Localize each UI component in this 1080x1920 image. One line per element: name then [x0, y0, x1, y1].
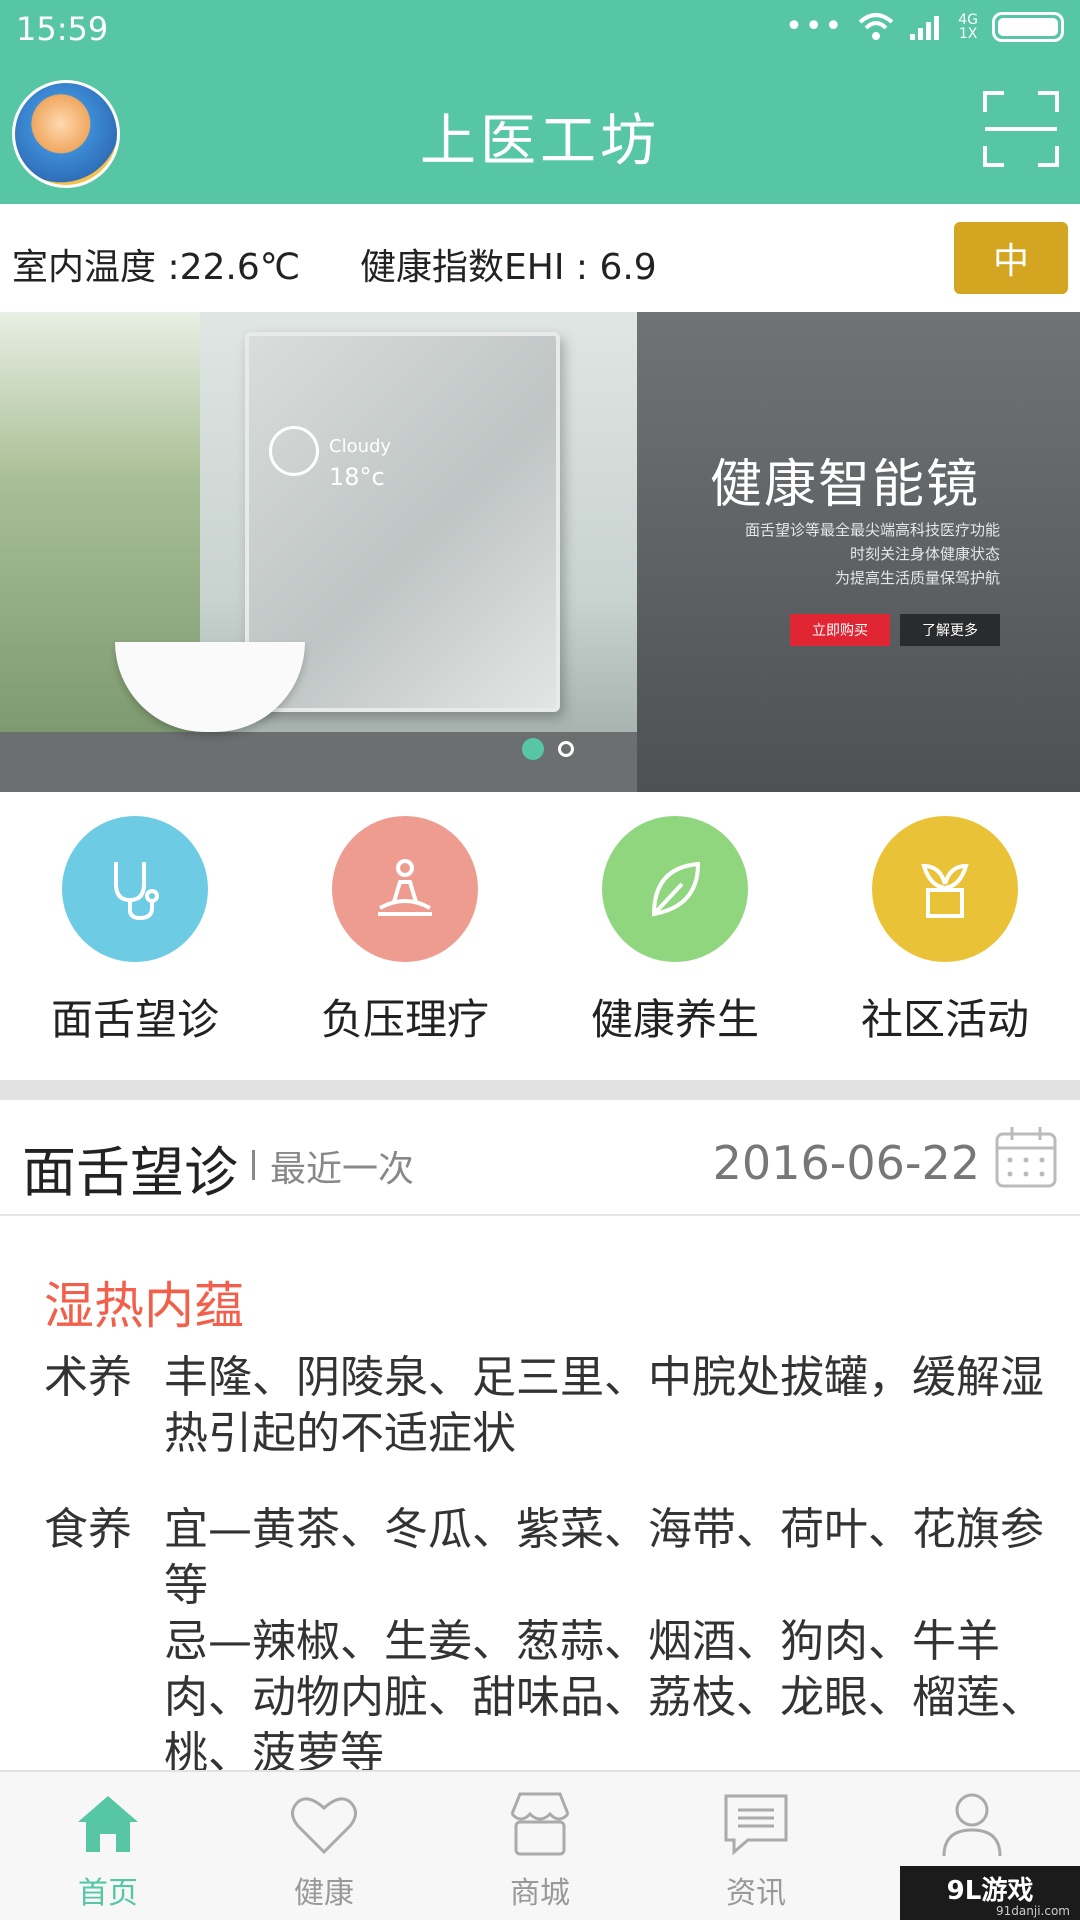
user-icon	[942, 1793, 1002, 1857]
tab-home[interactable]: 首页	[0, 1772, 216, 1920]
tab-label: 首页	[78, 1876, 138, 1911]
status-bar: 15:59 ••• 4G 1X	[0, 0, 1080, 60]
diet-avoid: 忌—辣椒、生姜、葱蒜、烟酒、狗肉、牛羊肉、动物内脏、甜味品、荔枝、龙眼、榴莲、桃…	[164, 1616, 1044, 1770]
environment-info-bar: 室内温度 :22.6℃ 健康指数EHI : 6.9 中	[0, 204, 1080, 312]
buy-now-button[interactable]: 立即购买	[790, 614, 890, 646]
feature-label: 社区活动	[860, 995, 1029, 1044]
meditation-icon	[378, 859, 432, 916]
tab-label: 资讯	[726, 1876, 786, 1911]
battery-icon	[992, 12, 1064, 42]
banner-photo: Cloudy 18°c	[0, 312, 637, 792]
weather-sun-icon	[269, 426, 319, 476]
app-bar: 上医工坊	[0, 60, 1080, 204]
promo-banner[interactable]: Cloudy 18°c 健康智能镜 面舌望诊等最全最尖端高科技医疗功能 时刻关注…	[0, 312, 1080, 792]
more-dots-icon: •••	[785, 9, 845, 44]
diagnosis-result: 湿热内蕴 术养 丰隆、阴陵泉、足三里、中脘处拔罐，缓解湿热引起的不适症状 食养 …	[0, 1218, 1080, 1770]
wifi-icon	[858, 13, 894, 40]
feature-grid: 面舌望诊 负压理疗 健康养生 社区活动	[0, 792, 1080, 1080]
banner-weather: Cloudy 18°c	[329, 436, 391, 491]
feature-circle	[872, 816, 1018, 962]
feature-label: 健康养生	[590, 995, 759, 1044]
title-separator	[252, 1150, 255, 1180]
health-level-badge[interactable]: 中	[954, 222, 1068, 294]
diagnosis-section-header[interactable]: 面舌望诊 最近一次 2016-06-22	[0, 1100, 1080, 1216]
feature-circle	[332, 816, 478, 962]
plant-pot-icon	[921, 863, 969, 918]
shop-icon	[510, 1792, 570, 1856]
feature-health-wellness[interactable]: 健康养生	[540, 792, 810, 1080]
tab-label: 商城	[510, 1876, 570, 1911]
carousel-dot-active[interactable]	[522, 738, 544, 760]
carousel-dot[interactable]	[558, 741, 574, 757]
scan-button[interactable]	[982, 90, 1060, 168]
learn-more-button[interactable]: 了解更多	[900, 614, 1000, 646]
weather-temp: 18°c	[329, 463, 385, 491]
feature-community-activity[interactable]: 社区活动	[810, 792, 1080, 1080]
therapy-text: 丰隆、阴陵泉、足三里、中脘处拔罐，缓解湿热引起的不适症状	[164, 1352, 1044, 1459]
banner-sub-line: 为提高生活质量保驾护航	[834, 569, 1000, 587]
feature-circle	[602, 816, 748, 962]
tab-health[interactable]: 健康	[216, 1772, 432, 1920]
network-bottom: 1X	[958, 26, 978, 42]
health-index: 健康指数EHI : 6.9	[360, 247, 657, 288]
status-icons: ••• 4G 1X	[785, 12, 1064, 42]
banner-subtext: 面舌望诊等最全最尖端高科技医疗功能 时刻关注身体健康状态 为提高生活质量保驾护航	[745, 518, 1000, 590]
watermark-url: 91danji.com	[996, 1904, 1070, 1918]
watermark-brand: 9L游戏	[946, 1876, 1034, 1906]
diagnosis-result-title: 湿热内蕴	[44, 1277, 244, 1335]
page-title: 上医工坊	[420, 109, 660, 174]
diet-label: 食养	[44, 1504, 132, 1555]
status-time: 15:59	[16, 10, 109, 48]
network-top: 4G	[958, 12, 978, 28]
stethoscope-icon	[114, 862, 159, 921]
banner-sub-line: 面舌望诊等最全最尖端高科技医疗功能	[744, 521, 1000, 539]
diagnosis-date: 2016-06-22	[712, 1136, 980, 1190]
watermark-logo: 9L游戏 91danji.com	[900, 1866, 1080, 1920]
section-divider	[0, 1080, 1080, 1100]
banner-sub-line: 时刻关注身体健康状态	[849, 545, 1000, 563]
diet-text: 宜—黄茶、冬瓜、紫菜、海带、荷叶、花旗参等 忌—辣椒、生姜、葱蒜、烟酒、狗肉、牛…	[164, 1502, 1044, 1770]
tab-news[interactable]: 资讯	[648, 1772, 864, 1920]
feature-circle	[62, 816, 208, 962]
section-subtitle: 最近一次	[270, 1149, 415, 1190]
feature-label: 负压理疗	[320, 995, 489, 1044]
calendar-icon[interactable]	[994, 1124, 1058, 1190]
network-type: 4G 1X	[958, 13, 978, 41]
signal-icon	[910, 16, 940, 40]
feature-label: 面舌望诊	[50, 995, 219, 1044]
carousel-indicator	[0, 738, 1080, 760]
diet-recommended: 宜—黄茶、冬瓜、紫菜、海带、荷叶、花旗参等	[164, 1504, 1044, 1611]
leaf-icon	[651, 861, 701, 917]
feature-negative-pressure-therapy[interactable]: 负压理疗	[270, 792, 540, 1080]
therapy-label: 术养	[44, 1352, 132, 1403]
feature-face-tongue-diagnosis[interactable]: 面舌望诊	[0, 792, 270, 1080]
indoor-temperature: 室内温度 :22.6℃	[12, 247, 301, 288]
banner-headline: 健康智能镜	[710, 455, 981, 515]
tab-shop[interactable]: 商城	[432, 1772, 648, 1920]
home-icon	[78, 1796, 138, 1852]
section-title: 面舌望诊	[22, 1141, 238, 1204]
tab-label: 健康	[294, 1876, 354, 1911]
weather-label: Cloudy	[329, 436, 392, 457]
heart-icon	[291, 1797, 357, 1855]
message-icon	[724, 1794, 788, 1856]
